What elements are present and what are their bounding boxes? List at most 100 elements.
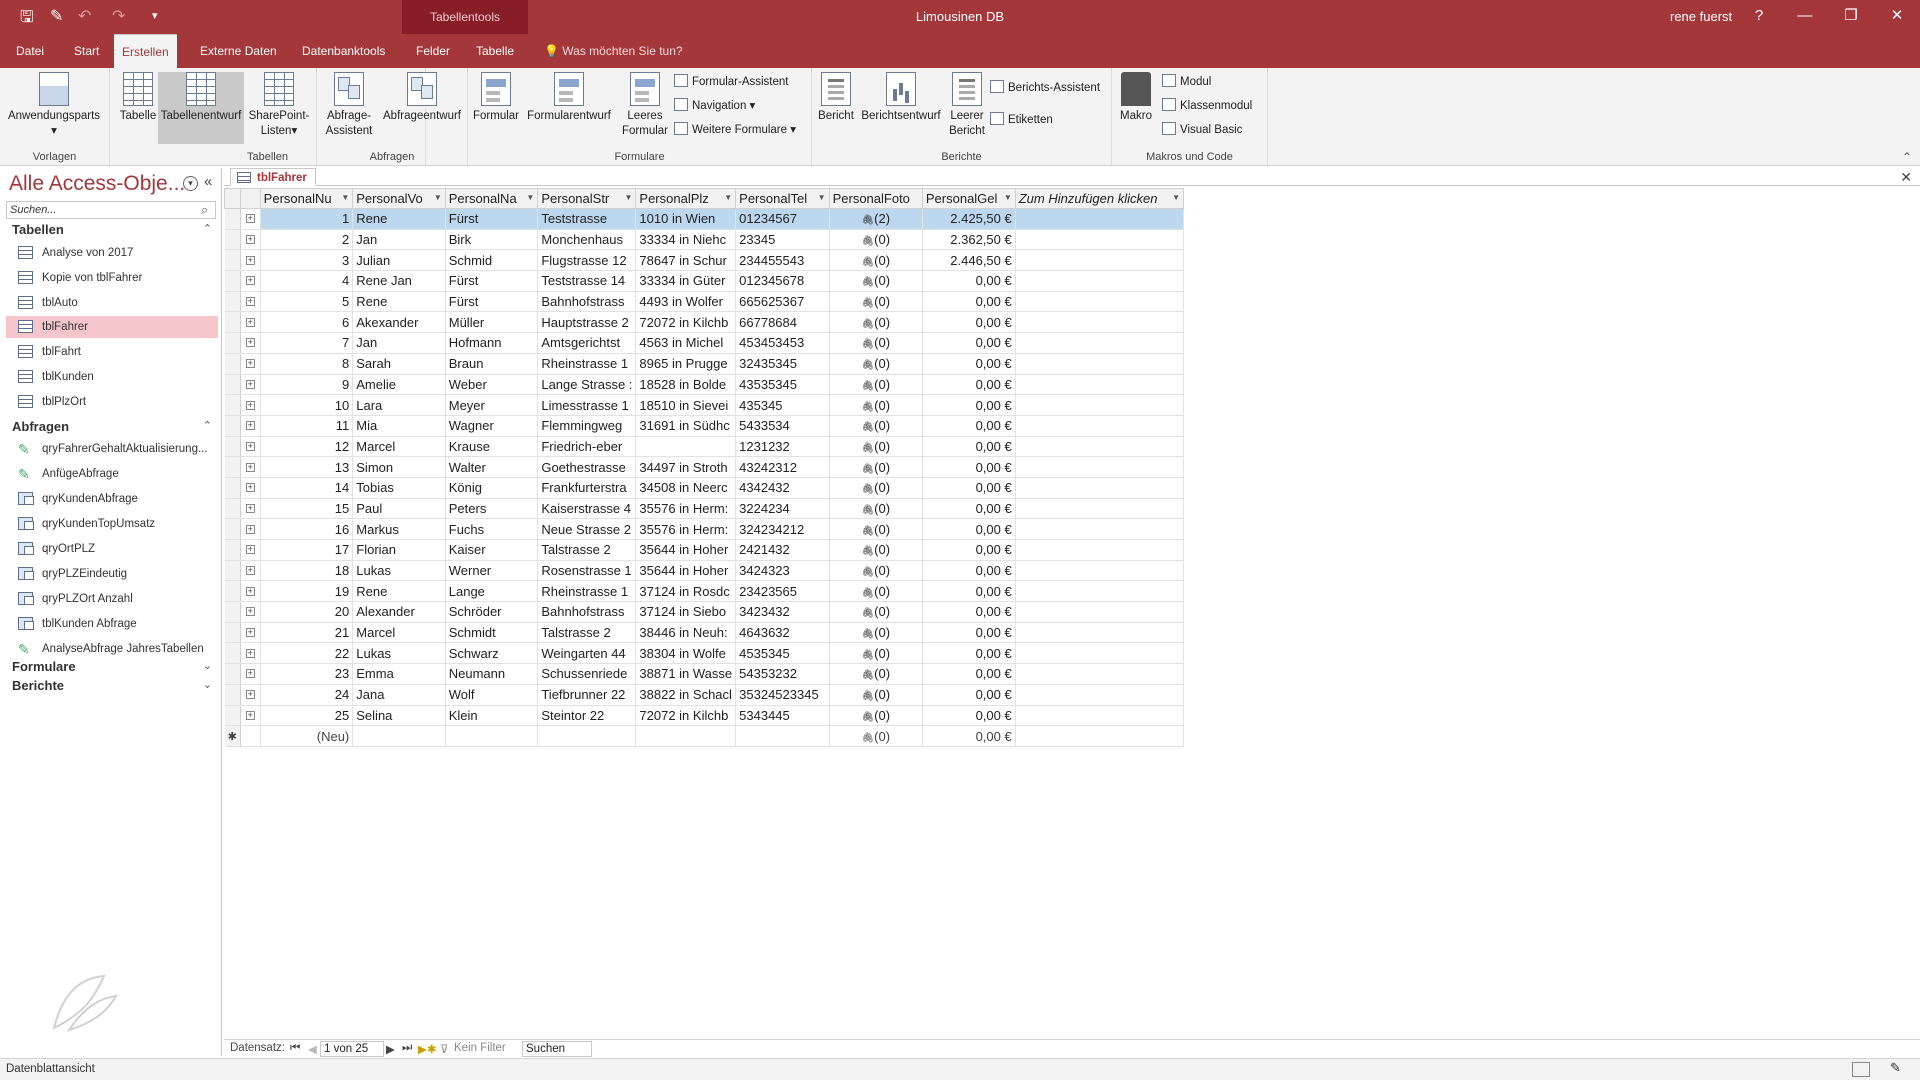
formular-button[interactable]: Formular bbox=[470, 72, 522, 124]
strasse-cell[interactable]: Bahnhofstrass bbox=[537, 291, 637, 313]
record-position-field[interactable]: 1 von 25 bbox=[320, 1041, 384, 1057]
plz-ort-cell[interactable]: 38304 in Wolfe bbox=[635, 642, 737, 665]
expand-subdatasheet[interactable]: + bbox=[240, 684, 261, 706]
vorname-cell[interactable]: Jan bbox=[352, 229, 446, 251]
tab-start[interactable]: Start bbox=[66, 34, 107, 68]
chevron-down-icon[interactable]: ▾ bbox=[183, 176, 198, 191]
nav-section-tabellen[interactable]: Tabellen ⌃ bbox=[12, 222, 212, 237]
vorname-cell[interactable]: Lukas bbox=[352, 560, 446, 582]
tab-felder[interactable]: Felder bbox=[408, 34, 458, 68]
customize-quickaccess-icon[interactable]: ▾ bbox=[152, 9, 158, 22]
column-header[interactable]: PersonalPlz ▼ bbox=[635, 188, 737, 209]
previous-record-icon[interactable]: ◀ bbox=[308, 1042, 317, 1056]
foto-cell[interactable]: 🖇(0) bbox=[829, 332, 923, 354]
vorname-cell[interactable]: Akexander bbox=[352, 311, 446, 334]
personalnr-cell[interactable]: 3 bbox=[260, 249, 354, 272]
row-selector[interactable] bbox=[224, 353, 241, 375]
sort-dropdown-icon[interactable]: ▼ bbox=[724, 193, 732, 202]
add-column-cell[interactable] bbox=[1015, 498, 1185, 520]
plz-ort-cell[interactable]: 78647 in Schur bbox=[635, 249, 737, 272]
layout-icon[interactable]: ✎ bbox=[50, 6, 63, 26]
berichtsentwurf-button[interactable]: Berichtsentwurf bbox=[858, 72, 944, 124]
foto-cell[interactable]: 🖇(0) bbox=[829, 539, 923, 561]
personalnr-cell[interactable]: 21 bbox=[260, 622, 354, 644]
telefon-cell[interactable]: 3224234 bbox=[735, 498, 830, 520]
telefon-cell[interactable]: 1231232 bbox=[735, 436, 830, 458]
add-column-cell[interactable] bbox=[1015, 311, 1185, 334]
plz-ort-cell[interactable]: 8965 in Prugge bbox=[635, 353, 737, 375]
leerer-bericht-button[interactable]: Leerer Bericht bbox=[944, 72, 990, 139]
gehalt-cell[interactable]: 0,00 € bbox=[922, 580, 1016, 603]
row-selector[interactable] bbox=[224, 374, 241, 396]
telefon-cell[interactable]: 324234212 bbox=[735, 518, 830, 540]
foto-cell[interactable]: 🖇(0) bbox=[829, 229, 923, 251]
nav-item-query[interactable]: qryFahrerGehaltAktualisierung... bbox=[6, 438, 218, 460]
nachname-cell[interactable]: Fürst bbox=[445, 270, 539, 292]
sort-dropdown-icon[interactable]: ▼ bbox=[341, 193, 349, 202]
strasse-cell[interactable]: Bahnhofstrass bbox=[537, 601, 637, 623]
sort-dropdown-icon[interactable]: ▼ bbox=[818, 193, 826, 202]
table-row[interactable]: +21 Marcel Schmidt Talstrasse 2 38446 in Neu… bbox=[224, 622, 1185, 644]
vorname-cell[interactable]: Mia bbox=[352, 415, 446, 437]
vorname-cell[interactable]: Sarah bbox=[352, 353, 446, 375]
plz-ort-cell[interactable]: 18510 in Sievei bbox=[635, 394, 737, 416]
expand-subdatasheet[interactable]: + bbox=[240, 560, 261, 582]
plz-ort-cell[interactable]: 4493 in Wolfer bbox=[635, 291, 737, 313]
column-header[interactable]: PersonalVo ▼ bbox=[352, 188, 446, 209]
plz-ort-cell[interactable]: 33334 in Güter bbox=[635, 270, 737, 292]
gehalt-cell[interactable]: 2.446,50 € bbox=[922, 249, 1016, 272]
row-selector[interactable] bbox=[224, 539, 241, 561]
gehalt-cell[interactable]: 0,00 € bbox=[922, 642, 1016, 665]
nachname-cell[interactable]: Krause bbox=[445, 436, 539, 458]
expand-subdatasheet[interactable]: + bbox=[240, 311, 261, 334]
tab-erstellen[interactable]: Erstellen bbox=[114, 34, 177, 68]
tabellenentwurf-button[interactable]: Tabellenentwurf bbox=[158, 72, 244, 144]
strasse-cell[interactable]: Rheinstrasse 1 bbox=[537, 580, 637, 603]
expand-subdatasheet[interactable]: + bbox=[240, 705, 261, 727]
expand-subdatasheet[interactable]: + bbox=[240, 642, 261, 665]
add-column-cell[interactable] bbox=[1015, 208, 1185, 230]
nachname-cell[interactable]: Werner bbox=[445, 560, 539, 582]
telefon-cell[interactable]: 32435345 bbox=[735, 353, 830, 375]
nachname-cell[interactable]: Schmidt bbox=[445, 622, 539, 644]
foto-cell[interactable]: 🖇(0) bbox=[829, 291, 923, 313]
vorname-cell[interactable]: Rene bbox=[352, 291, 446, 313]
redo-icon[interactable]: ↷ bbox=[112, 6, 125, 26]
foto-cell[interactable]: 🖇(0) bbox=[829, 663, 923, 685]
personalnr-cell[interactable]: 19 bbox=[260, 580, 354, 603]
personalnr-cell[interactable]: 12 bbox=[260, 436, 354, 458]
user-name[interactable]: rene fuerst bbox=[1670, 9, 1732, 24]
personalnr-cell[interactable]: 10 bbox=[260, 394, 354, 416]
telefon-cell[interactable]: 01234567 bbox=[735, 208, 830, 230]
personalnr-cell[interactable]: 7 bbox=[260, 332, 354, 354]
row-selector[interactable] bbox=[224, 684, 241, 706]
column-header[interactable]: PersonalNa ▼ bbox=[444, 188, 539, 209]
row-selector[interactable] bbox=[224, 249, 241, 272]
foto-cell[interactable]: 🖇(0) bbox=[829, 560, 923, 582]
add-column-cell[interactable] bbox=[1015, 518, 1185, 540]
foto-cell[interactable]: 🖇(0) bbox=[829, 436, 923, 458]
plz-ort-cell[interactable]: 37124 in Rosdc bbox=[635, 580, 737, 603]
new-record-cell[interactable] bbox=[735, 725, 830, 747]
expand-subdatasheet[interactable]: + bbox=[240, 601, 261, 623]
add-column-cell[interactable] bbox=[1015, 684, 1185, 706]
berichts-assistent-button[interactable]: Berichts-Assistent bbox=[990, 78, 1100, 98]
abfrage-assistent-button[interactable]: Abfrage- Assistent bbox=[321, 72, 377, 139]
personalnr-cell[interactable]: 8 bbox=[260, 353, 354, 375]
expand-subdatasheet[interactable]: + bbox=[240, 477, 261, 499]
foto-cell[interactable]: 🖇(0) bbox=[829, 518, 923, 540]
foto-cell[interactable]: 🖇(0) bbox=[829, 477, 923, 499]
table-row[interactable]: +6 Akexander Müller Hauptstrasse 2 72072 in … bbox=[224, 311, 1185, 334]
table-row[interactable]: +25 Selina Klein Steintor 22 72072 in Kilchb… bbox=[224, 705, 1185, 727]
foto-cell[interactable]: 🖇(0) bbox=[829, 684, 923, 706]
column-header[interactable]: PersonalFoto bbox=[828, 188, 923, 209]
row-selector[interactable] bbox=[224, 311, 241, 334]
strasse-cell[interactable]: Schussenriede bbox=[537, 663, 637, 685]
gehalt-cell[interactable]: 0,00 € bbox=[922, 601, 1016, 623]
strasse-cell[interactable]: Lange Strasse : bbox=[537, 374, 637, 396]
add-column-cell[interactable] bbox=[1015, 229, 1185, 251]
nachname-cell[interactable]: Klein bbox=[445, 705, 539, 727]
plz-ort-cell[interactable]: 35576 in Herm: bbox=[635, 498, 737, 520]
gehalt-cell[interactable]: 0,00 € bbox=[922, 684, 1016, 706]
collapse-nav-icon[interactable]: « bbox=[204, 173, 212, 190]
